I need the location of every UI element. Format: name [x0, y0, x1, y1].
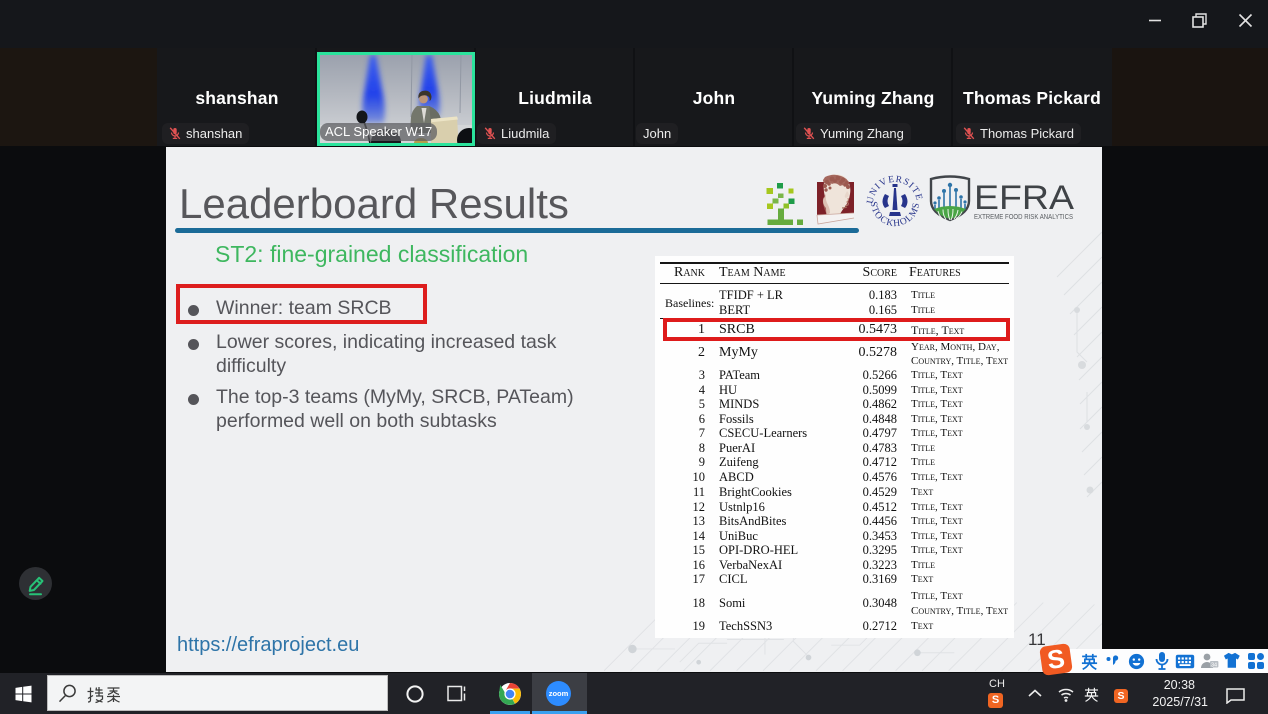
- svg-text:34: 34: [1211, 663, 1217, 669]
- svg-text:EXTREME FOOD RISK ANALYTICS: EXTREME FOOD RISK ANALYTICS: [974, 212, 1073, 221]
